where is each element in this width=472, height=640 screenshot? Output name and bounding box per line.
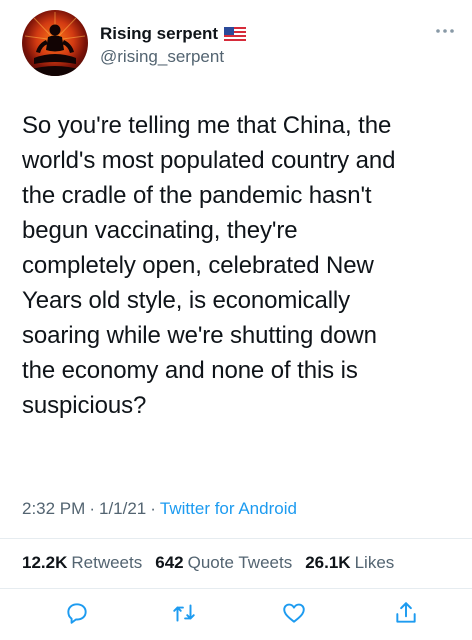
meta-separator: · [150, 499, 156, 518]
tweet-time[interactable]: 2:32 PM [22, 499, 85, 519]
tweet-text: So you're telling me that China, the wor… [22, 112, 396, 419]
share-icon[interactable] [393, 600, 419, 626]
meta-separator: · [89, 499, 95, 518]
tweet-meta: 2:32 PM · 1/1/21 · Twitter for Android [22, 499, 297, 519]
author-name-row: Rising serpent [100, 24, 247, 44]
like-icon[interactable] [281, 600, 307, 626]
divider [0, 538, 472, 539]
avatar[interactable] [22, 10, 88, 76]
meditating-figure-icon [24, 12, 86, 76]
quote-tweets-count: 642 [155, 553, 184, 572]
likes-label: Likes [354, 553, 395, 572]
tweet-date[interactable]: 1/1/21 [99, 499, 146, 519]
us-flag-icon [224, 27, 247, 41]
quote-tweets-label: Quote Tweets [187, 553, 293, 572]
display-name[interactable]: Rising serpent [100, 24, 218, 44]
retweets-stat[interactable]: 12.2K Retweets [22, 553, 142, 573]
quote-tweets-stat[interactable]: 642 Quote Tweets [155, 553, 292, 573]
action-bar [0, 600, 472, 630]
divider [0, 588, 472, 589]
likes-stat[interactable]: 26.1K Likes [305, 553, 394, 573]
tweet-stats: 12.2K Retweets 642 Quote Tweets 26.1K Likes [22, 553, 394, 573]
retweet-icon[interactable] [171, 600, 197, 626]
user-handle[interactable]: @rising_serpent [100, 47, 224, 67]
tweet-source-link[interactable]: Twitter for Android [160, 499, 297, 519]
more-options-icon[interactable] [434, 24, 456, 38]
retweets-count: 12.2K [22, 553, 68, 572]
retweets-label: Retweets [71, 553, 143, 572]
likes-count: 26.1K [305, 553, 351, 572]
tweet-card: Rising serpent @rising_serpent So you're… [0, 0, 472, 640]
reply-icon[interactable] [64, 600, 90, 626]
